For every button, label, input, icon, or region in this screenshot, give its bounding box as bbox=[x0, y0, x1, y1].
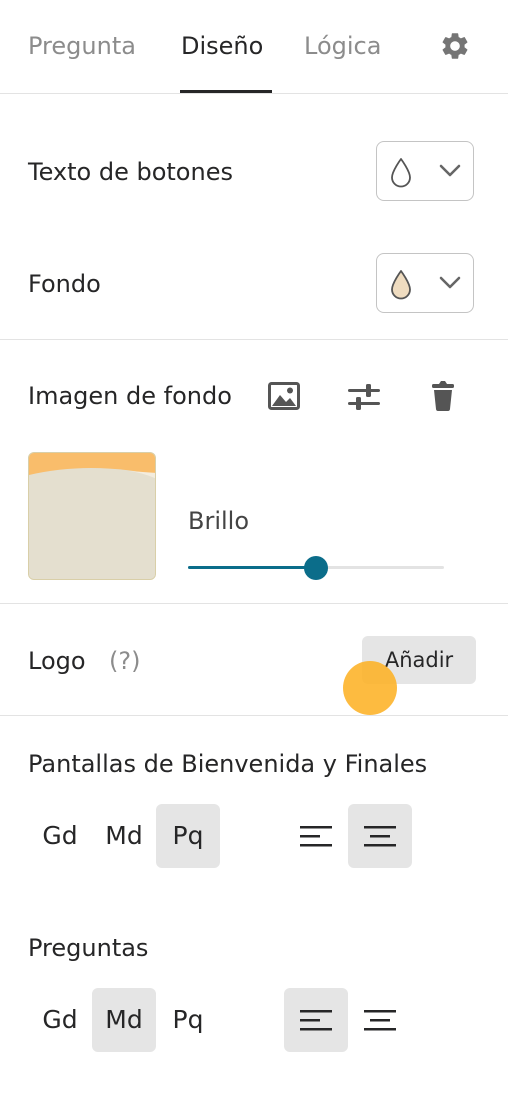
trash-icon[interactable] bbox=[431, 380, 455, 412]
welcome-size-medium[interactable]: Md bbox=[92, 804, 156, 868]
thumbnail-art bbox=[29, 453, 155, 579]
questions-size-small[interactable]: Pq bbox=[156, 988, 220, 1052]
welcome-align-center-button[interactable] bbox=[348, 804, 412, 868]
brightness-slider-handle[interactable] bbox=[304, 556, 328, 580]
button-text-label: Texto de botones bbox=[28, 158, 233, 186]
brightness-slider-fill bbox=[188, 566, 316, 569]
image-icon[interactable] bbox=[268, 382, 300, 412]
button-text-color-picker[interactable] bbox=[376, 141, 474, 201]
align-center-icon bbox=[364, 1010, 396, 1031]
gear-icon[interactable] bbox=[439, 30, 471, 62]
welcome-size-large[interactable]: Gd bbox=[28, 804, 92, 868]
drop-fill bbox=[391, 270, 411, 300]
welcome-screens-label: Pantallas de Bienvenida y Finales bbox=[28, 750, 428, 778]
align-center-icon bbox=[364, 826, 396, 847]
drop-fill bbox=[391, 158, 411, 188]
align-left-icon bbox=[300, 1010, 332, 1031]
align-left-icon bbox=[300, 826, 332, 847]
questions-align-center-button[interactable] bbox=[348, 988, 412, 1052]
tab-logica[interactable]: Lógica bbox=[304, 30, 381, 62]
background-image-label: Imagen de fondo bbox=[28, 382, 232, 410]
welcome-align-left-button[interactable] bbox=[284, 804, 348, 868]
welcome-size-small[interactable]: Pq bbox=[156, 804, 220, 868]
brightness-label: Brillo bbox=[188, 507, 250, 535]
background-color-picker[interactable] bbox=[376, 253, 474, 313]
questions-align-left-button[interactable] bbox=[284, 988, 348, 1052]
background-image-thumbnail[interactable] bbox=[28, 452, 156, 580]
logo-label: Logo bbox=[28, 647, 86, 675]
tab-pregunta[interactable]: Pregunta bbox=[28, 30, 136, 62]
divider bbox=[0, 603, 508, 604]
divider bbox=[0, 715, 508, 716]
divider bbox=[0, 339, 508, 340]
background-label: Fondo bbox=[28, 270, 101, 298]
add-logo-button[interactable]: Añadir bbox=[362, 636, 476, 684]
tab-diseno[interactable]: Diseño bbox=[181, 30, 263, 62]
drop-icon bbox=[391, 158, 411, 188]
drop-icon bbox=[391, 270, 411, 300]
divider bbox=[0, 93, 508, 94]
questions-size-large[interactable]: Gd bbox=[28, 988, 92, 1052]
sliders-icon[interactable] bbox=[347, 383, 381, 411]
questions-label: Preguntas bbox=[28, 934, 149, 962]
questions-size-medium[interactable]: Md bbox=[92, 988, 156, 1052]
chevron-down-icon bbox=[439, 164, 461, 177]
chevron-down-icon bbox=[439, 276, 461, 289]
logo-help-icon[interactable]: (?) bbox=[109, 646, 140, 676]
